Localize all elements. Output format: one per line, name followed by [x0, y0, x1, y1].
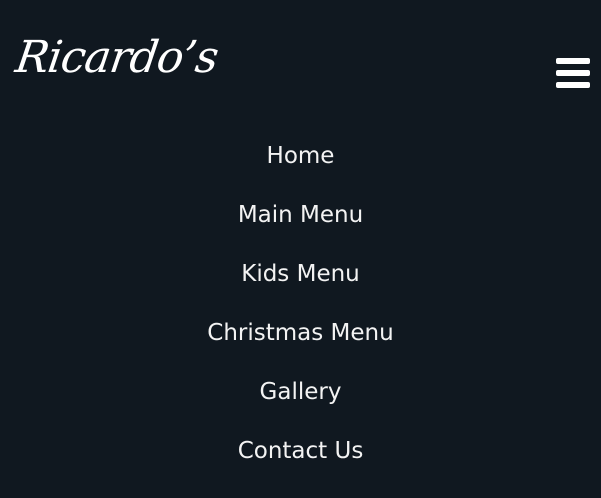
hamburger-bar: [556, 58, 590, 64]
nav-item-main-menu: Main Menu: [0, 186, 601, 245]
nav-link-gallery[interactable]: Gallery: [260, 381, 342, 404]
nav-item-kids-menu: Kids Menu: [0, 245, 601, 304]
nav-item-home: Home: [0, 127, 601, 186]
nav-item-contact-us: Contact Us: [0, 422, 601, 481]
nav-item-christmas-menu: Christmas Menu: [0, 304, 601, 363]
page: Ricardo’s Home Main Menu Kids Menu Chris…: [0, 0, 601, 498]
nav-link-contact-us[interactable]: Contact Us: [238, 440, 364, 463]
nav-link-main-menu[interactable]: Main Menu: [238, 204, 363, 227]
nav-item-gallery: Gallery: [0, 363, 601, 422]
hamburger-menu-icon[interactable]: [556, 58, 590, 88]
site-logo[interactable]: Ricardo’s: [12, 32, 221, 83]
nav-link-christmas-menu[interactable]: Christmas Menu: [207, 322, 393, 345]
nav-link-home[interactable]: Home: [267, 145, 335, 168]
nav-link-kids-menu[interactable]: Kids Menu: [241, 263, 360, 286]
hamburger-bar: [556, 70, 590, 76]
hamburger-bar: [556, 82, 590, 88]
main-navigation: Home Main Menu Kids Menu Christmas Menu …: [0, 127, 601, 481]
